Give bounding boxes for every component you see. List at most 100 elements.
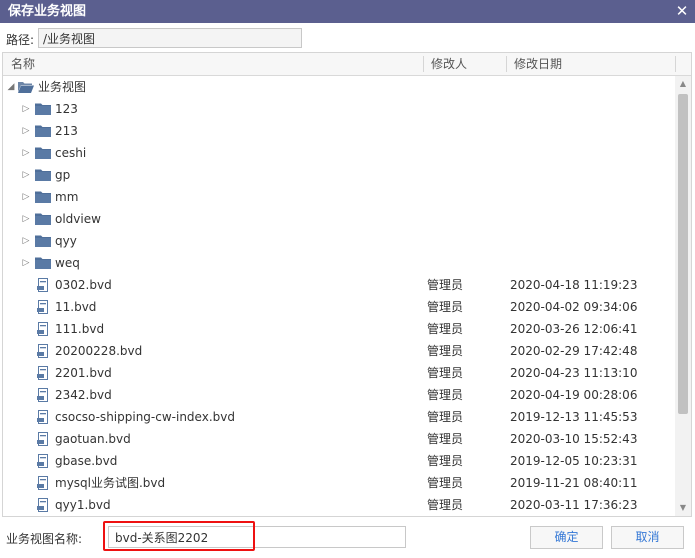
file-row[interactable]: 2201.bvd 管理员 2020-04-23 11:13:10: [3, 362, 673, 384]
folder-icon: [35, 191, 51, 203]
file-row[interactable]: mysql业务试图.bvd 管理员 2019-11-21 08:40:11: [3, 472, 673, 494]
file-date: 2020-04-23 11:13:10: [510, 366, 638, 380]
vertical-scrollbar[interactable]: ▲ ▼: [675, 76, 691, 516]
bottom-bar: 业务视图名称: 确定 取消: [0, 517, 695, 558]
ok-button[interactable]: 确定: [530, 526, 603, 549]
folder-label: weq: [55, 256, 80, 270]
column-header-modifier[interactable]: 修改人: [423, 53, 507, 75]
folder-label: ceshi: [55, 146, 87, 160]
bvd-file-icon: [37, 498, 48, 512]
file-name: gaotuan.bvd: [55, 432, 131, 446]
file-modifier: 管理员: [427, 498, 464, 512]
file-date: 2020-04-19 00:28:06: [510, 388, 638, 402]
scrollbar-thumb[interactable]: [678, 94, 688, 414]
folder-icon: [35, 213, 51, 225]
file-row[interactable]: qyy1.bvd 管理员 2020-03-11 17:36:23: [3, 494, 673, 516]
cancel-button[interactable]: 取消: [611, 526, 684, 549]
open-folder-icon: [18, 82, 34, 93]
view-name-input[interactable]: [108, 526, 406, 548]
bvd-file-icon: [37, 344, 48, 358]
view-name-label: 业务视图名称:: [6, 532, 83, 546]
grid-header: 名称 修改人 修改日期: [3, 53, 691, 76]
bvd-file-icon: [37, 454, 48, 468]
expand-triangle-icon[interactable]: ▷: [21, 142, 31, 164]
file-row[interactable]: 20200228.bvd 管理员 2020-02-29 17:42:48: [3, 340, 673, 362]
file-name: csocso-shipping-cw-index.bvd: [55, 410, 235, 424]
file-tree-grid: 名称 修改人 修改日期 ◢ 业务视图 ▷ 123 ▷ 213 ▷ ceshi ▷ gp ▷ mm ▷…: [2, 52, 692, 517]
folder-icon: [35, 169, 51, 181]
column-header-name[interactable]: 名称: [3, 53, 423, 75]
folder-icon: [35, 125, 51, 137]
expand-triangle-icon[interactable]: ▷: [21, 230, 31, 252]
file-row[interactable]: csocso-shipping-cw-index.bvd 管理员 2019-12-1…: [3, 406, 673, 428]
expand-triangle-icon[interactable]: ▷: [21, 208, 31, 230]
file-name: 0302.bvd: [55, 278, 112, 292]
close-icon[interactable]: ✕: [675, 0, 689, 23]
expand-triangle-icon[interactable]: ▷: [21, 120, 31, 142]
column-separator[interactable]: [675, 56, 676, 72]
collapse-triangle-icon[interactable]: ◢: [6, 76, 16, 98]
tree-root-row[interactable]: ◢ 业务视图: [3, 76, 673, 98]
folder-row[interactable]: ▷ weq: [3, 252, 673, 274]
column-header-date[interactable]: 修改日期: [506, 53, 676, 75]
file-modifier: 管理员: [427, 366, 464, 380]
file-date: 2020-04-02 09:34:06: [510, 300, 638, 314]
file-modifier: 管理员: [427, 476, 464, 490]
file-name: 111.bvd: [55, 322, 105, 336]
file-modifier: 管理员: [427, 454, 464, 468]
expand-triangle-icon[interactable]: ▷: [21, 98, 31, 120]
file-name: 11.bvd: [55, 300, 97, 314]
file-date: 2020-02-29 17:42:48: [510, 344, 638, 358]
bvd-file-icon: [37, 278, 48, 292]
file-row[interactable]: 0302.bvd 管理员 2020-04-18 11:19:23: [3, 274, 673, 296]
file-modifier: 管理员: [427, 322, 464, 336]
file-modifier: 管理员: [427, 278, 464, 292]
file-date: 2019-12-05 10:23:31: [510, 454, 638, 468]
folder-icon: [35, 235, 51, 247]
folder-label: gp: [55, 168, 71, 182]
expand-triangle-icon[interactable]: ▷: [21, 186, 31, 208]
path-input[interactable]: [38, 28, 302, 48]
bvd-file-icon: [37, 432, 48, 446]
dialog-titlebar: 保存业务视图 ✕: [0, 0, 695, 23]
scroll-down-arrow-icon[interactable]: ▼: [675, 500, 691, 516]
file-name: mysql业务试图.bvd: [55, 476, 166, 490]
tree-root-label: 业务视图: [38, 80, 87, 94]
bvd-file-icon: [37, 410, 48, 424]
file-name: 20200228.bvd: [55, 344, 143, 358]
file-name: qyy1.bvd: [55, 498, 111, 512]
file-modifier: 管理员: [427, 344, 464, 358]
folder-row[interactable]: ▷ 213: [3, 120, 673, 142]
file-modifier: 管理员: [427, 410, 464, 424]
file-row[interactable]: gbase.bvd 管理员 2019-12-05 10:23:31: [3, 450, 673, 472]
expand-triangle-icon[interactable]: ▷: [21, 164, 31, 186]
folder-row[interactable]: ▷ ceshi: [3, 142, 673, 164]
folder-row[interactable]: ▷ qyy: [3, 230, 673, 252]
folder-icon: [35, 257, 51, 269]
file-date: 2020-03-26 12:06:41: [510, 322, 638, 336]
scroll-up-arrow-icon[interactable]: ▲: [675, 76, 691, 92]
folder-row[interactable]: ▷ mm: [3, 186, 673, 208]
file-modifier: 管理员: [427, 432, 464, 446]
bvd-file-icon: [37, 388, 48, 402]
folder-label: qyy: [55, 234, 77, 248]
folder-row[interactable]: ▷ oldview: [3, 208, 673, 230]
file-date: 2019-12-13 11:45:53: [510, 410, 638, 424]
path-row: 路径:: [0, 23, 695, 53]
folder-row[interactable]: ▷ gp: [3, 164, 673, 186]
file-date: 2020-03-11 17:36:23: [510, 498, 638, 512]
bvd-file-icon: [37, 300, 48, 314]
file-name: 2201.bvd: [55, 366, 112, 380]
file-row[interactable]: 2342.bvd 管理员 2020-04-19 00:28:06: [3, 384, 673, 406]
file-row[interactable]: 11.bvd 管理员 2020-04-02 09:34:06: [3, 296, 673, 318]
file-name: 2342.bvd: [55, 388, 112, 402]
file-modifier: 管理员: [427, 388, 464, 402]
folder-row[interactable]: ▷ 123: [3, 98, 673, 120]
folder-label: 213: [55, 124, 78, 138]
expand-triangle-icon[interactable]: ▷: [21, 252, 31, 274]
file-date: 2020-04-18 11:19:23: [510, 278, 638, 292]
file-row[interactable]: 111.bvd 管理员 2020-03-26 12:06:41: [3, 318, 673, 340]
file-row[interactable]: gaotuan.bvd 管理员 2020-03-10 15:52:43: [3, 428, 673, 450]
file-name: gbase.bvd: [55, 454, 118, 468]
folder-icon: [35, 147, 51, 159]
